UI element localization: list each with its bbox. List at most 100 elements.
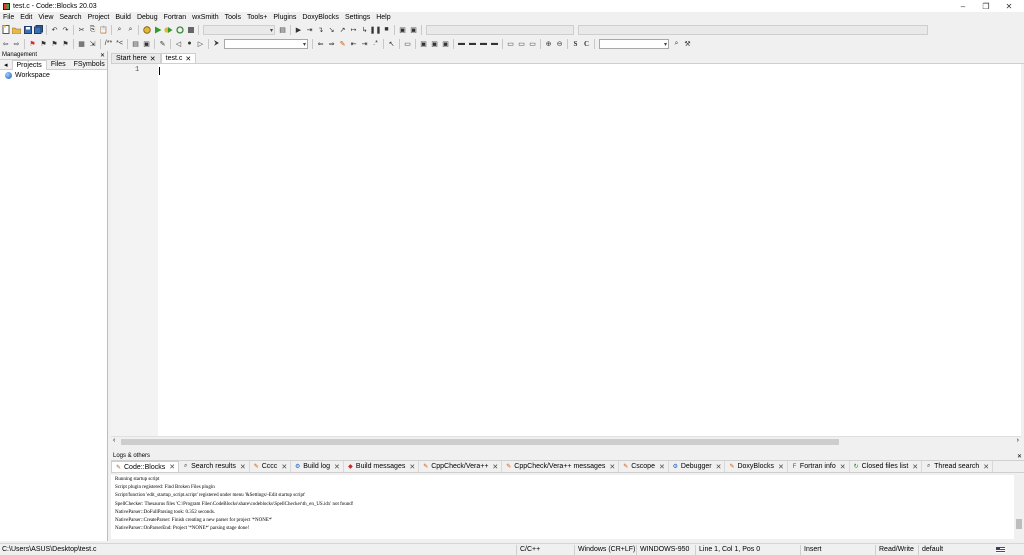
build-icon[interactable] [142, 25, 151, 34]
align-left-icon[interactable]: ▬ [457, 39, 466, 48]
menu-settings[interactable]: Settings [342, 14, 373, 21]
log-tab-fortran-info[interactable]: F Fortran info ✕ [788, 461, 850, 472]
close-icon[interactable]: ✕ [778, 463, 784, 471]
menu-fortran[interactable]: Fortran [161, 14, 190, 21]
breakpoint-toggle-icon[interactable]: ● [185, 39, 194, 48]
symbol-s-icon[interactable]: S [571, 39, 580, 48]
layout-c-icon[interactable]: ▭ [528, 39, 537, 48]
bookmark-next-icon[interactable]: ⚑ [50, 39, 59, 48]
rect-tool-icon[interactable]: ▭ [403, 39, 412, 48]
menu-plugins[interactable]: Plugins [270, 14, 299, 21]
stop-debugger-icon[interactable]: ■ [382, 25, 391, 34]
scroll-left-icon[interactable]: ‹ [113, 437, 115, 444]
panel-icon[interactable]: ▣ [441, 39, 450, 48]
paste-icon[interactable]: 📋 [99, 25, 108, 34]
log-tab-search-results[interactable]: ⌕ Search results ✕ [179, 461, 250, 472]
bookmark-toggle-icon[interactable]: ⚑ [28, 39, 37, 48]
bookmark-clear-icon[interactable]: ⚑ [61, 39, 70, 48]
align-justify-icon[interactable]: ▬ [490, 39, 499, 48]
run-icon[interactable] [153, 25, 162, 34]
code-completion-function-select[interactable] [578, 24, 928, 35]
close-icon[interactable]: ✕ [281, 463, 287, 471]
menu-tools-plus[interactable]: Tools+ [244, 14, 270, 21]
menu-view[interactable]: View [35, 14, 56, 21]
match-brace-icon[interactable]: ⇲ [88, 39, 97, 48]
close-icon[interactable]: ✕ [334, 463, 340, 471]
scrollbar-thumb[interactable] [1016, 519, 1022, 529]
menu-debug[interactable]: Debug [134, 14, 161, 21]
close-icon[interactable]: ✕ [169, 463, 175, 471]
log-tab-build-log[interactable]: ⚙ Build log ✕ [291, 461, 344, 472]
zoom-out-icon[interactable]: ⊖ [555, 39, 564, 48]
regex-icon[interactable]: .* [371, 39, 380, 48]
menu-search[interactable]: Search [56, 14, 84, 21]
align-center-icon[interactable]: ▬ [468, 39, 477, 48]
copy-icon[interactable]: ⎘ [88, 25, 97, 34]
menu-file[interactable]: File [0, 14, 17, 21]
align-right-icon[interactable]: ▬ [479, 39, 488, 48]
close-icon[interactable]: ✕ [609, 463, 615, 471]
select-cursor-icon[interactable]: ↖ [387, 39, 396, 48]
debug-continue-icon[interactable]: ▶ [294, 25, 303, 34]
management-close-icon[interactable]: ✕ [100, 52, 105, 59]
log-tab-cscope[interactable]: ✎ Cscope ✕ [619, 461, 669, 472]
dialog-icon[interactable]: ▣ [430, 39, 439, 48]
restore-button[interactable]: ❐ [975, 0, 997, 12]
tab-projects[interactable]: Projects [11, 59, 47, 70]
frame-icon[interactable]: ▣ [419, 39, 428, 48]
close-icon[interactable]: ✕ [983, 463, 989, 471]
close-icon[interactable]: ✕ [716, 463, 722, 471]
horizontal-scrollbar[interactable]: ‹ › [111, 436, 1021, 446]
comment-icon[interactable]: /** [104, 39, 113, 48]
cut-icon[interactable]: ✂ [77, 25, 86, 34]
uncomment-icon[interactable]: *< [115, 39, 124, 48]
code-completion-scope-select[interactable] [426, 24, 574, 35]
scrollbar-thumb[interactable] [121, 439, 839, 445]
mark-icon[interactable]: ✎ [338, 39, 347, 48]
target-select-icon[interactable]: ⮞ [212, 39, 221, 48]
menu-edit[interactable]: Edit [17, 14, 35, 21]
jump-forward-icon[interactable]: ⇨ [12, 39, 21, 48]
doxywizard-icon[interactable]: ▤ [131, 39, 140, 48]
close-icon[interactable]: ✕ [659, 463, 665, 471]
step-into-instruction-icon[interactable]: ↳ [360, 25, 369, 34]
bookmark-prev-icon[interactable]: ⚑ [39, 39, 48, 48]
target-select[interactable]: ▾ [224, 38, 308, 49]
search-settings-icon[interactable]: ⚒ [683, 39, 692, 48]
workspace-tree-root[interactable]: Workspace [0, 70, 107, 81]
layout-a-icon[interactable]: ▭ [506, 39, 515, 48]
next-line-icon[interactable]: ↴ [316, 25, 325, 34]
search-icon[interactable]: ⌕ [672, 39, 681, 48]
find-prev-icon[interactable]: ⇤ [349, 39, 358, 48]
log-tab-thread-search[interactable]: ⌕ Thread search ✕ [922, 461, 994, 472]
extract-docs-icon[interactable]: ▣ [142, 39, 151, 48]
menu-build[interactable]: Build [112, 14, 134, 21]
find-icon[interactable]: ⌕ [115, 25, 124, 34]
log-tab-cppcheck-vera-messages[interactable]: ✎ CppCheck/Vera++ messages ✕ [502, 461, 620, 472]
close-icon[interactable]: ✕ [912, 463, 918, 471]
break-debugger-icon[interactable]: ❚❚ [370, 25, 382, 34]
menu-tools[interactable]: Tools [222, 14, 244, 21]
breakpoint-prev-icon[interactable]: ◁ [174, 39, 183, 48]
minimize-button[interactable]: – [952, 0, 974, 12]
close-icon[interactable]: ✕ [240, 463, 246, 471]
close-icon[interactable]: ✕ [150, 55, 156, 63]
new-file-icon[interactable] [1, 25, 10, 34]
zoom-in-icon[interactable]: ⊕ [544, 39, 553, 48]
find-next-icon[interactable]: ⇥ [360, 39, 369, 48]
nav-forward-icon[interactable]: ⇒ [327, 39, 336, 48]
close-icon[interactable]: ✕ [409, 463, 415, 471]
menu-help[interactable]: Help [373, 14, 393, 21]
management-tab-scroll-left[interactable]: ◂ [0, 60, 12, 70]
search-select[interactable]: ▾ [599, 38, 669, 49]
step-out-icon[interactable]: ↗ [338, 25, 347, 34]
tab-fsymbols[interactable]: FSymbols [70, 60, 109, 70]
rebuild-icon[interactable] [175, 25, 184, 34]
edit-tool-icon[interactable]: ✎ [158, 39, 167, 48]
tab-files[interactable]: Files [47, 60, 70, 70]
next-instruction-icon[interactable]: ↦ [349, 25, 358, 34]
layout-b-icon[interactable]: ▭ [517, 39, 526, 48]
log-tab-debugger[interactable]: ⚙ Debugger ✕ [669, 461, 726, 472]
tab-test-c[interactable]: test.c ✕ [160, 53, 197, 63]
close-window-button[interactable]: ✕ [998, 0, 1020, 12]
